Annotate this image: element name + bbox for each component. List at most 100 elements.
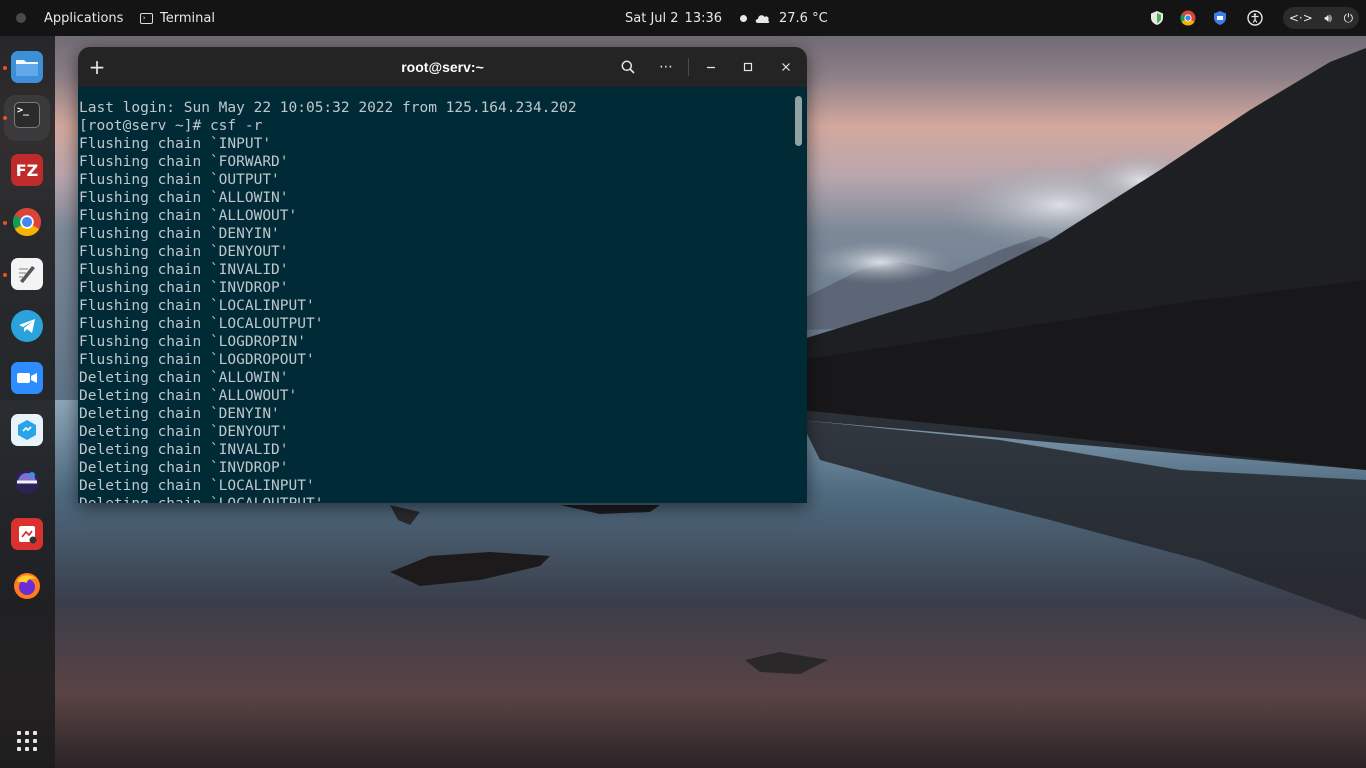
- grid-icon: [17, 731, 21, 735]
- plus-icon: +: [88, 55, 106, 79]
- terminal-line: Deleting chain `ALLOWIN': [79, 370, 289, 386]
- minimize-button[interactable]: [697, 53, 725, 81]
- folder-icon: [16, 60, 38, 76]
- terminal-line: Deleting chain `LOCALOUTPUT': [79, 495, 577, 503]
- terminal-line: Flushing chain `DENYOUT': [79, 244, 289, 260]
- terminal-app-label: Terminal: [160, 10, 215, 26]
- weather-indicator[interactable]: 27.6 °C: [754, 0, 828, 36]
- vpn-app-icon: [18, 420, 36, 440]
- screenshot-icon: [19, 526, 37, 544]
- grid-icon: [33, 731, 37, 735]
- terminal-app-menu[interactable]: › Terminal: [140, 0, 215, 36]
- dock-telegram[interactable]: [11, 310, 43, 342]
- notification-dot-icon: [740, 14, 748, 22]
- titlebar-separator: [688, 58, 689, 76]
- grid-icon: [25, 739, 29, 743]
- terminal-prompt-icon: >_: [17, 105, 30, 116]
- terminal-line: Flushing chain `LOGDROPIN': [79, 334, 306, 350]
- terminal-line: Flushing chain `LOCALOUTPUT': [79, 316, 324, 332]
- terminal-line: Deleting chain `LOCALINPUT': [79, 478, 315, 494]
- terminal-line: Deleting chain `DENYIN': [79, 406, 280, 422]
- show-applications-button[interactable]: [17, 731, 37, 751]
- new-tab-button[interactable]: +: [83, 53, 111, 81]
- running-indicator: [3, 273, 7, 277]
- terminal-icon: ›: [140, 12, 153, 24]
- scrollbar-thumb[interactable]: [795, 96, 802, 146]
- dock-text-editor[interactable]: [11, 258, 43, 290]
- search-button[interactable]: [614, 53, 642, 81]
- date-label: Sat Jul 2: [625, 10, 679, 26]
- system-menu[interactable]: <·> 🔊︎ ⏻: [1283, 7, 1359, 29]
- terminal-line: Flushing chain `LOGDROPOUT': [79, 352, 315, 368]
- dock-terminal[interactable]: >_: [14, 102, 40, 128]
- dock-chrome[interactable]: [11, 206, 43, 238]
- terminal-output[interactable]: Last login: Sun May 22 10:05:32 2022 fro…: [78, 87, 807, 503]
- terminal-line: Deleting chain `DENYOUT': [79, 424, 289, 440]
- filezilla-icon: FZ: [15, 160, 39, 180]
- running-indicator: [3, 66, 7, 70]
- terminal-line: Flushing chain `LOCALINPUT': [79, 298, 315, 314]
- time-label: 13:36: [684, 10, 723, 26]
- cloud-icon: [755, 15, 770, 23]
- terminal-line: Flushing chain `DENYIN': [79, 226, 280, 242]
- close-icon: [782, 63, 790, 71]
- terminal-line: Flushing chain `OUTPUT': [79, 172, 280, 188]
- terminal-line: Flushing chain `FORWARD': [79, 154, 289, 170]
- power-icon: ⏻: [1343, 10, 1354, 25]
- dock: >_ FZ: [0, 36, 55, 768]
- terminal-line: Deleting chain `INVALID': [79, 442, 289, 458]
- terminal-window[interactable]: + root@serv:~ ⋯ Last login: Sun May 22 1…: [78, 47, 807, 503]
- terminal-scrollbar[interactable]: [790, 87, 807, 503]
- grid-icon: [33, 739, 37, 743]
- clock-button[interactable]: Sat Jul 2 13:36: [625, 0, 748, 36]
- dock-filezilla[interactable]: FZ: [11, 154, 43, 186]
- dock-zoom[interactable]: [11, 362, 43, 394]
- chrome-tray-icon[interactable]: [1180, 10, 1196, 26]
- grid-icon: [17, 747, 21, 751]
- terminal-titlebar[interactable]: + root@serv:~ ⋯: [78, 47, 807, 87]
- terminal-line: Flushing chain `INVDROP': [79, 280, 289, 296]
- terminal-line: [root@serv ~]# csf -r: [79, 118, 263, 134]
- top-panel: Applications › Terminal Sat Jul 2 13:36 …: [0, 0, 1366, 36]
- minimize-icon: [707, 66, 715, 69]
- firefox-icon: [14, 573, 40, 599]
- terminal-line: Deleting chain `INVDROP': [79, 460, 289, 476]
- terminal-line: Deleting chain `ALLOWOUT': [79, 388, 298, 404]
- grid-icon: [25, 731, 29, 735]
- running-indicator: [3, 221, 7, 225]
- menu-button[interactable]: ⋯: [652, 53, 680, 81]
- eclipse-icon: [15, 470, 39, 494]
- dock-files[interactable]: [11, 51, 43, 83]
- chrome-icon: [12, 207, 42, 237]
- applications-label: Applications: [44, 10, 124, 26]
- maximize-icon: [743, 62, 753, 72]
- text-editor-icon: [19, 266, 35, 283]
- grid-icon: [17, 739, 21, 743]
- vpn-shield-icon[interactable]: [1212, 10, 1228, 26]
- accessibility-icon[interactable]: [1247, 10, 1263, 26]
- terminal-line: Flushing chain `INVALID': [79, 262, 289, 278]
- telegram-icon: [19, 319, 35, 333]
- dock-firefox[interactable]: [11, 570, 43, 602]
- applications-menu[interactable]: Applications: [44, 0, 123, 36]
- zoom-camera-icon: [17, 373, 37, 383]
- dock-eclipse[interactable]: [11, 466, 43, 498]
- shield-icon[interactable]: [1149, 10, 1165, 26]
- network-icon: <·>: [1288, 11, 1313, 25]
- dock-vpn[interactable]: [11, 414, 43, 446]
- terminal-lines: Last login: Sun May 22 10:05:32 2022 fro…: [79, 87, 577, 503]
- terminal-line: Flushing chain `INPUT': [79, 136, 272, 152]
- terminal-line: Flushing chain `ALLOWIN': [79, 190, 289, 206]
- grid-icon: [25, 747, 29, 751]
- terminal-line: Last login: Sun May 22 10:05:32 2022 fro…: [79, 100, 577, 116]
- ellipsis-icon: ⋯: [659, 59, 673, 75]
- dock-screenshot-tool[interactable]: [11, 518, 43, 550]
- maximize-button[interactable]: [734, 53, 762, 81]
- weather-label: 27.6 °C: [779, 10, 828, 26]
- running-indicator: [3, 116, 7, 120]
- close-button[interactable]: [772, 53, 800, 81]
- activities-button[interactable]: [16, 13, 26, 23]
- volume-icon: 🔊︎: [1324, 10, 1332, 25]
- grid-icon: [33, 747, 37, 751]
